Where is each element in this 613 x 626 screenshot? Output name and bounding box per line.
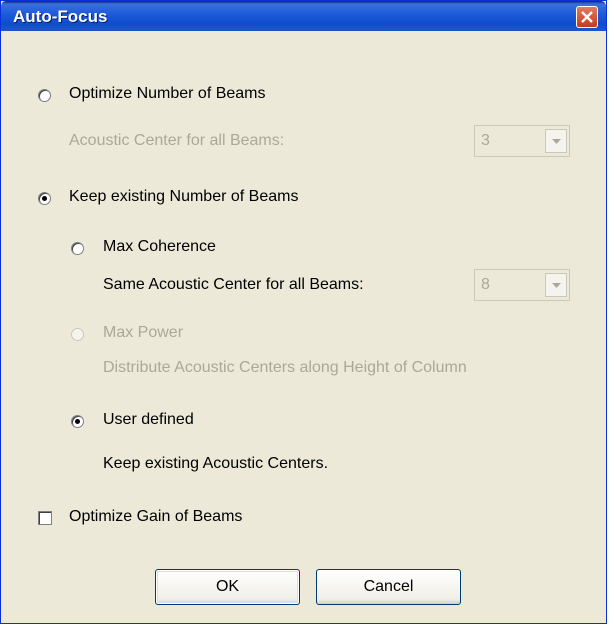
- close-icon: [581, 11, 593, 23]
- same-acoustic-center-value: 8: [481, 276, 490, 293]
- same-acoustic-center-select[interactable]: 8: [474, 269, 570, 301]
- distribute-text: Distribute Acoustic Centers along Height…: [103, 359, 467, 376]
- dropdown-arrow-button[interactable]: [545, 129, 567, 153]
- acoustic-center-all-select[interactable]: 3: [474, 125, 570, 157]
- chevron-down-icon: [552, 139, 561, 144]
- same-acoustic-center-label: Same Acoustic Center for all Beams:: [103, 276, 364, 293]
- ok-button[interactable]: OK: [155, 569, 300, 605]
- chevron-down-icon: [552, 283, 561, 288]
- max-coherence-radio[interactable]: [71, 242, 84, 255]
- title-bar[interactable]: Auto-Focus: [1, 1, 606, 31]
- dropdown-arrow-button[interactable]: [545, 273, 567, 297]
- max-power-label[interactable]: Max Power: [103, 324, 183, 342]
- max-coherence-label[interactable]: Max Coherence: [103, 238, 216, 256]
- acoustic-center-all-label: Acoustic Center for all Beams:: [69, 132, 285, 149]
- optimize-beams-label[interactable]: Optimize Number of Beams: [69, 85, 266, 103]
- keep-beams-radio[interactable]: [38, 192, 51, 205]
- cancel-button[interactable]: Cancel: [316, 569, 461, 605]
- keep-centers-text: Keep existing Acoustic Centers.: [103, 455, 329, 472]
- close-button[interactable]: [576, 6, 598, 28]
- optimize-beams-radio[interactable]: [38, 89, 51, 102]
- auto-focus-dialog: Auto-Focus Optimize Number of Beams Acou…: [0, 0, 607, 624]
- user-defined-radio[interactable]: [71, 415, 84, 428]
- user-defined-label[interactable]: User defined: [103, 411, 194, 429]
- window-title: Auto-Focus: [13, 7, 108, 26]
- acoustic-center-all-value: 3: [481, 132, 490, 149]
- keep-beams-label[interactable]: Keep existing Number of Beams: [69, 188, 298, 206]
- optimize-gain-checkbox[interactable]: [38, 511, 52, 525]
- optimize-gain-label[interactable]: Optimize Gain of Beams: [69, 508, 242, 526]
- max-power-radio[interactable]: [71, 328, 84, 341]
